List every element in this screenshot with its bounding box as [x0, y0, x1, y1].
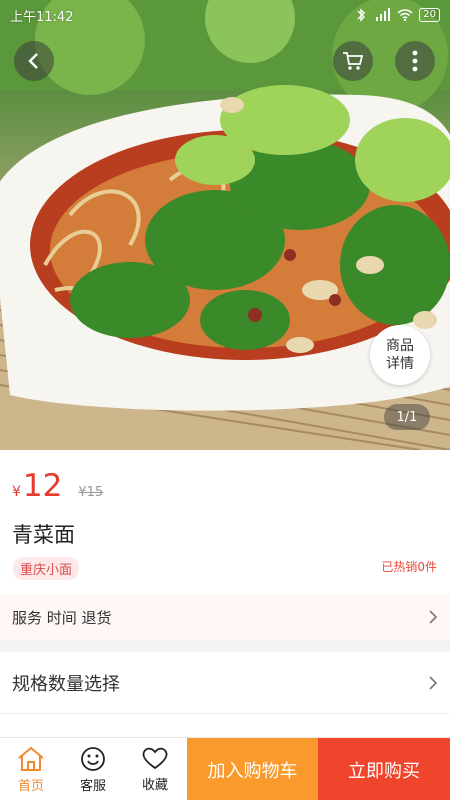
chevron-right-icon [429, 675, 438, 690]
more-icon [412, 50, 418, 72]
detail-label-bottom: 详情 [386, 356, 414, 372]
detail-label-top: 商品 [386, 338, 414, 354]
shop-tag[interactable]: 重庆小面 [13, 557, 80, 580]
noodle-photo [0, 0, 450, 450]
chevron-right-icon [429, 610, 438, 624]
sold-count: 已热销0件 [381, 560, 437, 574]
price-row: ¥ 12 ¥15 [12, 468, 103, 504]
current-price: 12 [22, 468, 63, 504]
service-label: 服务 时间 退货 [12, 608, 112, 627]
back-icon [28, 53, 38, 69]
tab-favorite[interactable]: 收藏 [124, 738, 186, 800]
cart-icon [343, 52, 364, 70]
bluetooth-icon [357, 8, 366, 22]
original-price: ¥15 [78, 485, 104, 500]
image-pager: 1/1 [384, 404, 430, 430]
product-title: 青菜面 [12, 523, 75, 547]
signal-icon [376, 8, 391, 21]
section-divider [0, 640, 450, 652]
tab-home[interactable]: 首页 [0, 738, 62, 800]
battery-indicator: 20 [419, 8, 440, 22]
heart-icon [142, 747, 168, 770]
home-icon [18, 746, 44, 771]
spec-label: 规格数量选择 [12, 673, 120, 695]
add-to-cart-button[interactable]: 加入购物车 [187, 738, 318, 800]
back-button[interactable] [14, 41, 54, 81]
product-image[interactable] [0, 0, 450, 450]
smile-icon [81, 746, 105, 771]
product-detail-button[interactable]: 商品 详情 [370, 325, 430, 385]
spec-row[interactable]: 规格数量选择 [0, 652, 450, 714]
status-time: 上午11:42 [10, 9, 74, 25]
service-row[interactable]: 服务 时间 退货 [0, 594, 450, 640]
more-button[interactable] [395, 41, 435, 81]
tab-home-label: 首页 [17, 778, 44, 794]
tab-favorite-label: 收藏 [141, 778, 168, 793]
tab-service-label: 客服 [79, 778, 106, 794]
tab-customer-service[interactable]: 客服 [62, 738, 124, 800]
buy-now-button[interactable]: 立即购买 [318, 738, 450, 800]
currency-symbol: ¥ [12, 484, 21, 500]
cart-button[interactable] [333, 41, 373, 81]
bottom-tab-bar: 首页 客服 收藏 加入购物车 立即购买 [0, 737, 450, 800]
status-bar: 上午11:42 20 [0, 0, 450, 30]
wifi-icon [397, 9, 413, 22]
